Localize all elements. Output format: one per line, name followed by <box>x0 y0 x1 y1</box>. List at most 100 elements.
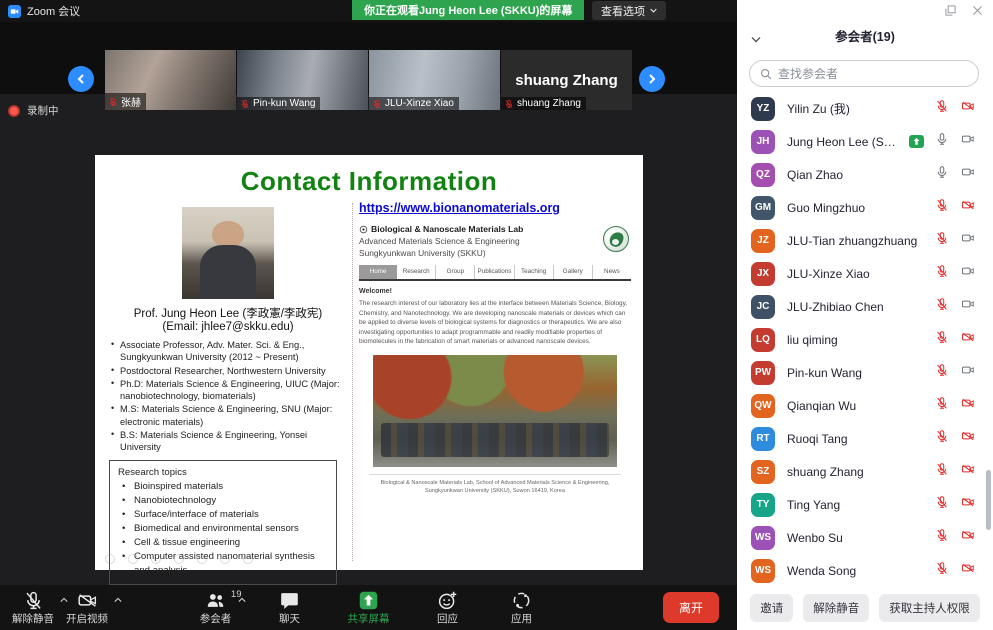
chevron-down-icon <box>650 8 657 13</box>
chat-icon <box>279 590 300 611</box>
presenter-tool-icon[interactable] <box>174 554 184 564</box>
participant-row[interactable]: JZ JLU-Tian zhuangzhuang <box>737 224 986 257</box>
presenter-tool-icon[interactable] <box>151 554 161 564</box>
presenter-tool-icon[interactable] <box>105 554 115 564</box>
slide-column-divider <box>352 203 353 561</box>
video-tile[interactable]: Pin-kun Wang <box>237 50 368 110</box>
claim-host-button[interactable]: 获取主持人权限 <box>879 594 980 622</box>
participants-button[interactable]: 参会者19 <box>194 587 238 628</box>
participant-row[interactable]: LQ liu qiming <box>737 323 986 356</box>
camera-icon <box>960 297 976 311</box>
reactions-button[interactable]: 回应 <box>426 587 470 628</box>
lab-logo-icon <box>359 225 368 234</box>
lab-nav-tab-research[interactable]: Research <box>397 265 436 279</box>
mic-muted-icon <box>240 99 250 109</box>
lab-website-link[interactable]: https://www.bionanomaterials.org <box>359 201 560 215</box>
leave-meeting-button[interactable]: 离开 <box>663 592 719 623</box>
camera-off-icon <box>960 396 976 410</box>
start-video-button[interactable]: 开启视频 <box>60 587 114 628</box>
participant-search-box[interactable] <box>749 60 979 87</box>
slide-title: Contact Information <box>95 155 643 197</box>
chat-button[interactable]: 聊天 <box>268 587 312 628</box>
research-topic: Bioinspired materials <box>118 480 328 494</box>
participant-list-scrollbar[interactable] <box>986 470 991 530</box>
avatar: WS <box>751 526 775 550</box>
participant-status-icons <box>935 429 976 448</box>
participant-row[interactable]: PW Pin-kun Wang <box>737 356 986 389</box>
slide-left-column: Prof. Jung Heon Lee (李政憲/李政宪) (Email: jh… <box>109 203 347 585</box>
avatar: QW <box>751 394 775 418</box>
slide-presenter-toolbar <box>105 554 253 564</box>
close-panel-icon[interactable] <box>972 5 983 16</box>
zoom-meeting-window: Zoom 会议 你正在观看Jung Heon Lee (SKKU)的屏幕 查看选… <box>0 0 993 630</box>
participant-row[interactable]: JH Jung Heon Lee (SKKU) <box>737 125 986 158</box>
mic-muted-icon <box>935 264 949 278</box>
participant-row[interactable]: WS Wenda Song <box>737 554 986 586</box>
presenter-tool-icon[interactable] <box>128 554 138 564</box>
participant-row[interactable]: SZ shuang Zhang <box>737 455 986 488</box>
lab-nav-tab-teaching[interactable]: Teaching <box>515 265 554 279</box>
camera-icon <box>960 363 976 377</box>
mic-muted-icon <box>935 528 949 542</box>
participant-name: Ting Yang <box>787 498 929 512</box>
camera-off-icon <box>960 330 976 344</box>
presenter-tool-icon[interactable] <box>220 554 230 564</box>
research-topic: Biomedical and environmental sensors <box>118 522 328 536</box>
participant-row[interactable]: RT Ruoqi Tang <box>737 422 986 455</box>
participants-panel-title: 参会者(19) <box>737 26 993 45</box>
recording-indicator[interactable]: 录制中 <box>8 103 59 118</box>
participant-row[interactable]: QZ Qian Zhao <box>737 158 986 191</box>
unmute-all-button[interactable]: 解除静音 <box>803 594 869 622</box>
lab-header: Biological & Nanoscale Materials Lab Adv… <box>359 224 631 258</box>
participant-row[interactable]: YZ Yilin Zu (我) <box>737 92 986 125</box>
participant-row[interactable]: TY Ting Yang <box>737 488 986 521</box>
lab-nav-tab-gallery[interactable]: Gallery <box>554 265 593 279</box>
photo-caption-line2: Sungkyunkwan University (SKKU), Suwon 16… <box>359 487 631 495</box>
lab-nav-tab-home[interactable]: Home <box>359 265 397 279</box>
participant-name: Qian Zhao <box>787 168 929 182</box>
presenter-tool-icon[interactable] <box>243 554 253 564</box>
previous-participants-arrow[interactable] <box>68 66 94 92</box>
next-participants-arrow[interactable] <box>639 66 665 92</box>
apps-button[interactable]: 应用 <box>500 587 544 628</box>
invite-button[interactable]: 邀请 <box>750 594 793 622</box>
avatar: GM <box>751 196 775 220</box>
search-input[interactable] <box>778 67 968 81</box>
view-options-button[interactable]: 查看选项 <box>592 1 666 20</box>
participant-row[interactable]: JC JLU-Zhibiao Chen <box>737 290 986 323</box>
main-area: Zoom 会议 你正在观看Jung Heon Lee (SKKU)的屏幕 查看选… <box>0 0 737 630</box>
participant-status-icons <box>909 132 976 151</box>
mic-muted-icon <box>372 99 382 109</box>
lab-website-nav: HomeResearchGroupPublicationsTeachingGal… <box>359 265 631 281</box>
start-video-options-chevron[interactable] <box>114 594 122 606</box>
video-tile[interactable]: shuang Zhang shuang Zhang <box>501 50 632 110</box>
camera-icon <box>960 165 976 179</box>
share-screen-button[interactable]: 共享屏幕 <box>342 587 396 628</box>
pop-out-icon[interactable] <box>945 5 956 16</box>
avatar: JX <box>751 262 775 286</box>
video-tile[interactable]: JLU-Xinze Xiao <box>369 50 500 110</box>
view-options-label: 查看选项 <box>601 3 645 19</box>
participant-row[interactable]: WS Wenbo Su <box>737 521 986 554</box>
participant-row[interactable]: GM Guo Mingzhuo <box>737 191 986 224</box>
presenter-tool-icon[interactable] <box>197 554 207 564</box>
video-tile[interactable]: 张赫 <box>105 50 236 110</box>
participant-row[interactable]: JX JLU-Xinze Xiao <box>737 257 986 290</box>
professor-name: Prof. Jung Heon Lee (李政憲/李政宪) <box>109 305 347 321</box>
participants-options-chevron[interactable] <box>238 594 246 606</box>
avatar: SZ <box>751 460 775 484</box>
chevron-right-icon <box>647 74 657 84</box>
mic-muted-icon <box>504 99 514 109</box>
panel-window-controls <box>945 5 983 16</box>
mic-muted-icon <box>935 297 949 311</box>
unmute-button[interactable]: 解除静音 <box>6 587 60 628</box>
professor-portrait-photo <box>182 207 274 299</box>
participants-label: 参会者 <box>200 611 232 626</box>
cv-bullet-list: Associate Professor, Adv. Mater. Sci. & … <box>109 339 347 453</box>
lab-nav-tab-group[interactable]: Group <box>436 265 475 279</box>
participant-row[interactable]: QW Qianqian Wu <box>737 389 986 422</box>
lab-nav-tab-news[interactable]: News <box>593 265 631 279</box>
research-topic: Nanobiotechnology <box>118 494 328 508</box>
start-video-label: 开启视频 <box>66 611 108 626</box>
lab-nav-tab-publications[interactable]: Publications <box>475 265 514 279</box>
